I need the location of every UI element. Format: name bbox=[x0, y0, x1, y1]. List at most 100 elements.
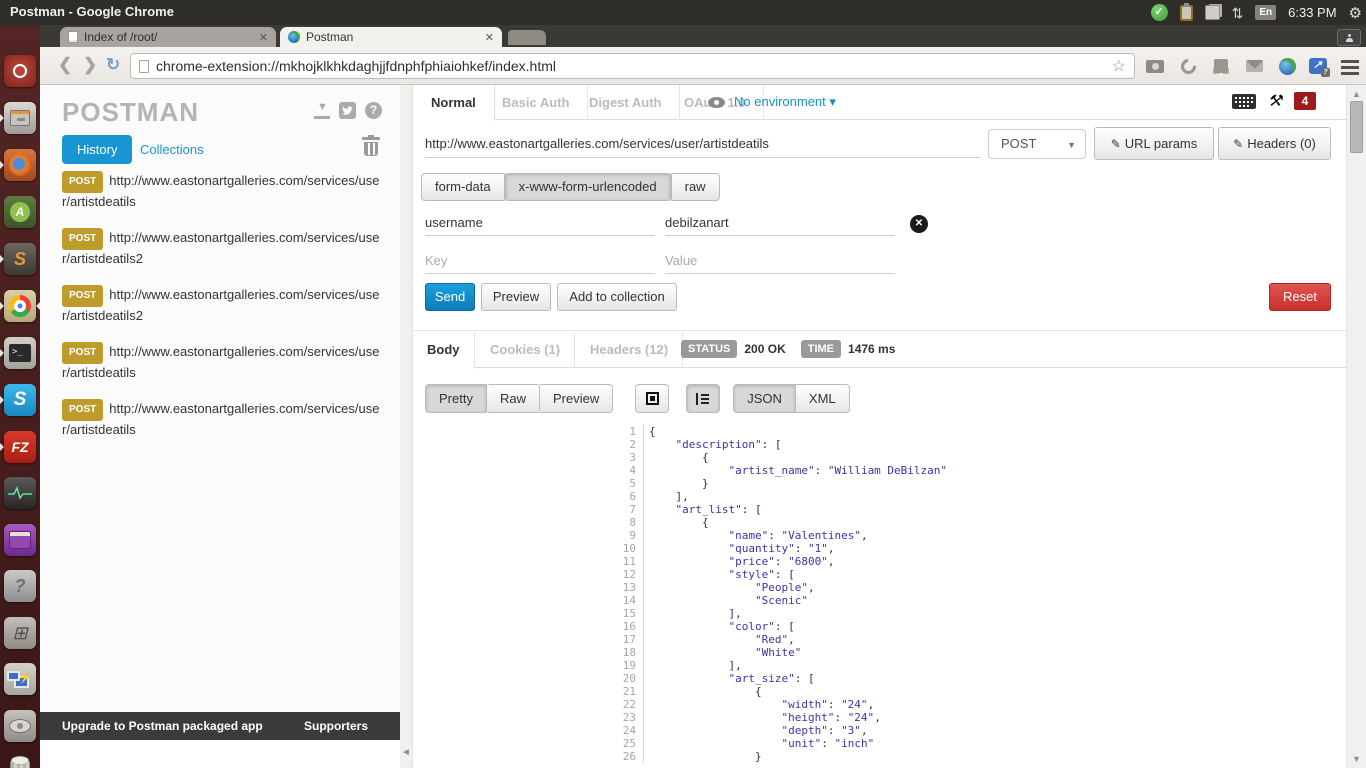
filezilla-icon[interactable]: FZ bbox=[4, 431, 36, 463]
tab-x-www-form-urlencoded[interactable]: x-www-form-urlencoded bbox=[505, 173, 671, 201]
media-app-icon[interactable] bbox=[4, 524, 36, 556]
format-json-button[interactable]: JSON bbox=[733, 384, 796, 413]
system-monitor-icon[interactable] bbox=[4, 477, 36, 509]
analytics-extension-icon[interactable]: ? bbox=[1308, 56, 1328, 76]
globe-extension-icon[interactable] bbox=[1277, 56, 1297, 76]
ubuntu-dash-icon[interactable] bbox=[4, 55, 36, 87]
notes-icon[interactable] bbox=[1205, 5, 1220, 20]
history-item[interactable]: POSThttp://www.eastonartgalleries.com/se… bbox=[62, 399, 384, 439]
code-line: "color": [ bbox=[644, 620, 795, 633]
camera-extension-icon[interactable] bbox=[1145, 56, 1165, 76]
tab-form-data[interactable]: form-data bbox=[421, 173, 505, 201]
unknown-app-icon[interactable]: ? bbox=[4, 570, 36, 602]
new-value-input[interactable] bbox=[665, 248, 895, 274]
headers-button[interactable]: ✎Headers (0) bbox=[1218, 127, 1331, 160]
session-gear-icon[interactable]: ⚙ bbox=[1349, 4, 1362, 22]
collapse-sidebar-icon[interactable]: ◄ bbox=[401, 747, 411, 758]
sublime-text-icon[interactable]: S bbox=[4, 243, 36, 275]
method-select[interactable]: POST▼ bbox=[988, 129, 1086, 159]
response-body-code[interactable]: 1{2 "description": [3 {4 "artist_name": … bbox=[618, 425, 1338, 763]
collapse-all-button[interactable] bbox=[686, 384, 720, 413]
forward-icon[interactable]: ❯ bbox=[83, 55, 97, 75]
send-button[interactable]: Send bbox=[425, 283, 475, 311]
keyboard-layout-indicator[interactable]: En bbox=[1255, 5, 1276, 20]
param-value-input[interactable] bbox=[665, 210, 895, 236]
history-item[interactable]: POSThttp://www.eastonartgalleries.com/se… bbox=[62, 285, 384, 325]
clipboard-icon[interactable] bbox=[1180, 5, 1193, 21]
tab-digest-auth[interactable]: Digest Auth bbox=[571, 85, 680, 120]
omnibox[interactable]: chrome-extension://mkhojklkhkdaghjjfdnph… bbox=[130, 53, 1135, 79]
reload-icon[interactable]: ↻ bbox=[106, 55, 120, 75]
system-tray: ✓ ⇅ En 6:33 PM ⚙ bbox=[1151, 0, 1362, 25]
network-arrows-icon[interactable]: ⇅ bbox=[1232, 6, 1244, 20]
skype-icon[interactable]: S bbox=[4, 384, 36, 416]
file-manager-icon[interactable] bbox=[4, 102, 36, 134]
history-item[interactable]: POSThttp://www.eastonartgalleries.com/se… bbox=[62, 171, 384, 211]
bookmark-star-icon[interactable]: ☆ bbox=[1112, 56, 1126, 76]
tab-normal[interactable]: Normal bbox=[413, 85, 495, 121]
scroll-down-icon[interactable]: ▼ bbox=[1352, 754, 1361, 764]
mail-extension-icon[interactable] bbox=[1244, 56, 1264, 76]
scrollbar-thumb[interactable] bbox=[1350, 101, 1363, 153]
clock[interactable]: 6:33 PM bbox=[1288, 5, 1336, 20]
line-number: 16 bbox=[618, 620, 644, 633]
browser-tab-postman[interactable]: Postman ✕ bbox=[280, 27, 502, 47]
view-pretty-button[interactable]: Pretty bbox=[425, 384, 487, 413]
preview-button[interactable]: Preview bbox=[481, 283, 551, 311]
upgrade-link[interactable]: Upgrade to Postman packaged app bbox=[62, 719, 263, 733]
twitter-icon[interactable] bbox=[339, 102, 356, 119]
back-icon[interactable]: ❮ bbox=[58, 55, 72, 75]
disk-utility-icon[interactable] bbox=[4, 710, 36, 742]
screenshot-extension-icon[interactable] bbox=[1178, 56, 1198, 76]
code-line: "price": "6800", bbox=[644, 555, 834, 568]
url-text[interactable]: chrome-extension://mkhojklkhkdaghjjfdnph… bbox=[156, 58, 1105, 74]
apps-extension-icon[interactable] bbox=[1211, 56, 1231, 76]
tab-raw[interactable]: raw bbox=[671, 173, 720, 201]
history-item[interactable]: POSThttp://www.eastonartgalleries.com/se… bbox=[62, 228, 384, 268]
new-tab-button[interactable] bbox=[508, 30, 546, 45]
tab-close-icon[interactable]: ✕ bbox=[485, 31, 494, 44]
help-icon[interactable]: ? bbox=[365, 102, 382, 119]
fullscreen-button[interactable] bbox=[635, 384, 669, 413]
tab-headers[interactable]: Headers (12) bbox=[576, 332, 683, 368]
tab-history[interactable]: History bbox=[62, 135, 132, 164]
workspace-switcher-icon[interactable]: ⊞ bbox=[4, 617, 36, 649]
tab-body[interactable]: Body bbox=[413, 332, 475, 369]
profile-avatar-button[interactable] bbox=[1337, 29, 1361, 46]
scroll-up-icon[interactable]: ▲ bbox=[1352, 89, 1361, 99]
new-key-input[interactable] bbox=[425, 248, 655, 274]
terminal-icon[interactable]: >_ bbox=[4, 337, 36, 369]
view-raw-button[interactable]: Raw bbox=[487, 384, 540, 413]
android-studio-icon[interactable]: A bbox=[4, 196, 36, 228]
request-url-input[interactable] bbox=[425, 130, 980, 158]
code-line: "name": "Valentines", bbox=[644, 529, 868, 542]
remote-desktop-icon[interactable]: ⚡ bbox=[4, 663, 36, 695]
browser-tab-index-of-root[interactable]: Index of /root/ ✕ bbox=[60, 27, 276, 47]
format-xml-button[interactable]: XML bbox=[796, 384, 850, 413]
reset-button[interactable]: Reset bbox=[1269, 283, 1331, 311]
tab-cookies[interactable]: Cookies (1) bbox=[476, 332, 575, 368]
sidebar-resize-gutter[interactable]: ◄ bbox=[400, 85, 413, 768]
delete-param-icon[interactable]: ✕ bbox=[910, 215, 928, 233]
settings-tools-icon[interactable]: ⚒ bbox=[1268, 91, 1282, 111]
param-key-input[interactable] bbox=[425, 210, 655, 236]
supporters-link[interactable]: Supporters bbox=[304, 719, 368, 733]
firefox-icon[interactable] bbox=[4, 149, 36, 181]
history-item[interactable]: POSThttp://www.eastonartgalleries.com/se… bbox=[62, 342, 384, 382]
tab-close-icon[interactable]: ✕ bbox=[259, 31, 268, 44]
trash-icon[interactable] bbox=[4, 755, 36, 768]
view-preview-button[interactable]: Preview bbox=[540, 384, 613, 413]
scrollbar[interactable]: ▲ ▼ bbox=[1346, 85, 1366, 768]
menu-icon[interactable] bbox=[1340, 56, 1360, 76]
add-to-collection-button[interactable]: Add to collection bbox=[557, 283, 677, 311]
response-view-controls: Pretty Raw Preview JSON XML bbox=[425, 384, 850, 413]
download-icon[interactable] bbox=[314, 103, 330, 119]
chrome-icon[interactable] bbox=[4, 290, 36, 322]
clear-history-trash-icon[interactable] bbox=[362, 137, 380, 157]
url-params-button[interactable]: ✎URL params bbox=[1094, 127, 1214, 160]
notification-badge[interactable]: 4 bbox=[1294, 92, 1316, 110]
environment-selector[interactable]: No environment ▾ bbox=[734, 94, 836, 110]
tab-collections[interactable]: Collections bbox=[140, 142, 204, 157]
skype-status-icon[interactable]: ✓ bbox=[1151, 4, 1168, 21]
keyboard-shortcuts-icon[interactable] bbox=[1232, 94, 1256, 109]
